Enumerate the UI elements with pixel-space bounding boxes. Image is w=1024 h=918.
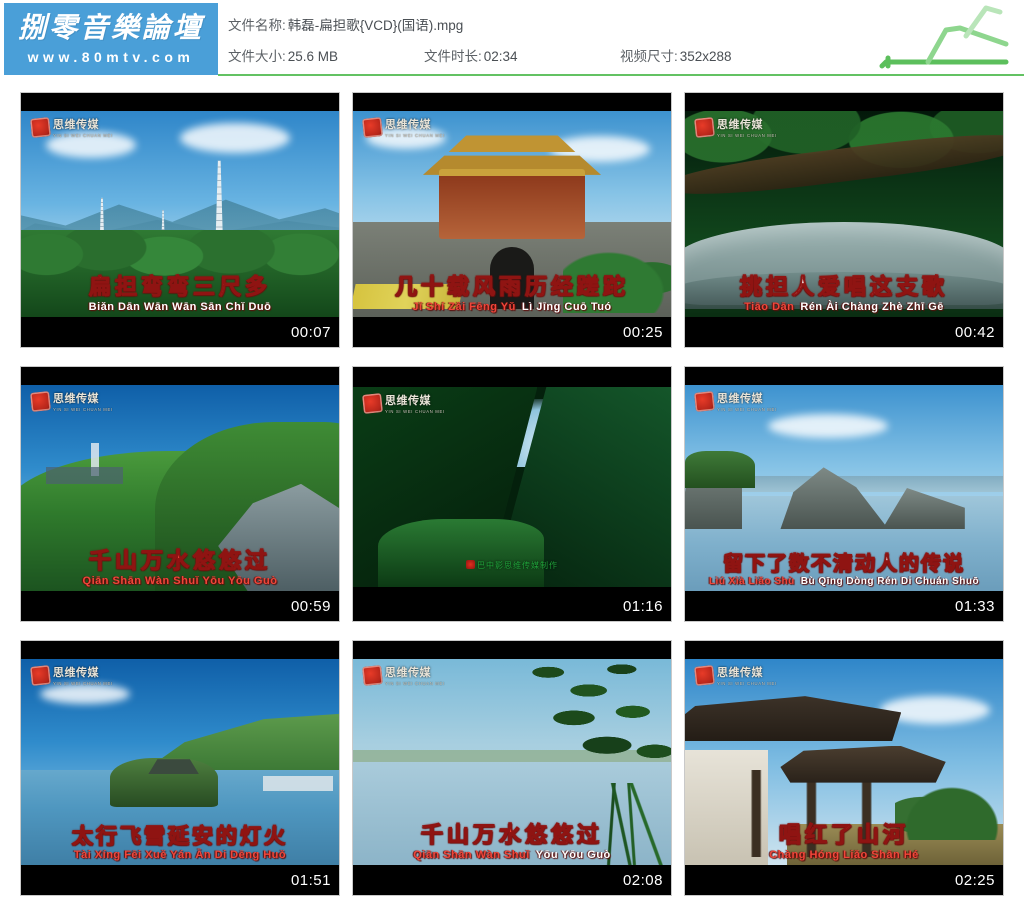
watermark-pinyin: YIN SI WEI CHUAN MEI bbox=[53, 681, 113, 686]
channel-watermark-2: 思维传媒 YIN SI WEI CHUAN MEI bbox=[362, 116, 445, 138]
header-divider bbox=[218, 74, 1024, 76]
thumbnail-6[interactable]: 思维传媒 YIN SI WEI CHUAN MEI 留下了数不清动人的传说 Li… bbox=[684, 366, 1004, 622]
watermark-pinyin: YIN SI WEI CHUAN MEI bbox=[717, 681, 777, 686]
video-dimension-label: 视频尺寸: bbox=[620, 48, 678, 64]
scene-lake-island-temple bbox=[21, 659, 339, 865]
file-metadata: 文件名称: 韩磊-扁担歌{VCD}(国语).mpg 文件大小: 25.6 MB … bbox=[228, 8, 1008, 70]
channel-watermark-5: 思维传媒 YIN SI WEI CHUAN MEI bbox=[362, 392, 445, 414]
watermark-pinyin: YIN SI WEI CHUAN MEI bbox=[717, 407, 777, 412]
timestamp-6: 01:33 bbox=[954, 598, 995, 615]
video-frame-5: 思维传媒 YIN SI WEI CHUAN MEI 巴中影思维传媒制作 bbox=[353, 387, 671, 587]
header-bar: 捌零音樂論壇 www.80mtv.com 文件名称: 韩磊-扁担歌{VCD}(国… bbox=[0, 0, 1024, 88]
scene-green-ravine bbox=[353, 387, 671, 587]
channel-watermark-3: 思维传媒 YIN SI WEI CHUAN MEI bbox=[694, 116, 777, 138]
video-frame-7: 思维传媒 YIN SI WEI CHUAN MEI 太行飞雪延安的灯火 Tài … bbox=[21, 659, 339, 865]
timestamp-3: 00:42 bbox=[954, 324, 995, 341]
file-size-cell: 文件大小: 25.6 MB bbox=[228, 45, 424, 65]
channel-watermark-7: 思维传媒 YIN SI WEI CHUAN MEI bbox=[30, 664, 113, 686]
timestamp-9: 02:25 bbox=[954, 872, 995, 889]
file-name-label: 文件名称: bbox=[228, 17, 286, 33]
watermark-pinyin: YIN SI WEI CHUAN MEI bbox=[53, 133, 113, 138]
scene-three-pagodas bbox=[21, 111, 339, 317]
watermark-name: 思维传媒 bbox=[385, 118, 431, 131]
seal-icon bbox=[694, 116, 715, 138]
watermark-name: 思维传媒 bbox=[385, 394, 431, 407]
thumbnail-7[interactable]: 思维传媒 YIN SI WEI CHUAN MEI 太行飞雪延安的灯火 Tài … bbox=[20, 640, 340, 896]
timestamp-4: 00:59 bbox=[290, 598, 331, 615]
seal-icon bbox=[362, 116, 383, 138]
thumbnail-3[interactable]: 思维传媒 YIN SI WEI CHUAN MEI 挑担人爱唱这支歌 Tiāo … bbox=[684, 92, 1004, 348]
channel-watermark-8: 思维传媒 YIN SI WEI CHUAN MEI bbox=[362, 664, 445, 686]
timestamp-5: 01:16 bbox=[622, 598, 663, 615]
watermark-pinyin: YIN SI WEI CHUAN MEI bbox=[385, 133, 445, 138]
timestamp-2: 00:25 bbox=[622, 324, 663, 341]
file-name-row: 文件名称: 韩磊-扁担歌{VCD}(国语).mpg bbox=[228, 8, 1008, 39]
video-frame-2: 思维传媒 YIN SI WEI CHUAN MEI 几十载风雨历经蹉跎 Jǐ S… bbox=[353, 111, 671, 317]
watermark-name: 思维传媒 bbox=[53, 666, 99, 679]
file-name-cell: 文件名称: 韩磊-扁担歌{VCD}(国语).mpg bbox=[228, 14, 463, 34]
thumbnail-9[interactable]: 思维传媒 YIN SI WEI CHUAN MEI 唱红了山河 Chàng Hó… bbox=[684, 640, 1004, 896]
channel-watermark-9: 思维传媒 YIN SI WEI CHUAN MEI bbox=[694, 664, 777, 686]
seal-icon bbox=[30, 116, 51, 138]
watermark-pinyin: YIN SI WEI CHUAN MEI bbox=[53, 407, 113, 412]
video-dimension-cell: 视频尺寸: 352x288 bbox=[620, 45, 820, 65]
channel-watermark-4: 思维传媒 YIN SI WEI CHUAN MEI bbox=[30, 390, 113, 412]
watermark-name: 思维传媒 bbox=[53, 392, 99, 405]
scene-green-hillside bbox=[21, 385, 339, 591]
thumbnail-4[interactable]: 思维传媒 YIN SI WEI CHUAN MEI 千山万水悠悠过 Qiān S… bbox=[20, 366, 340, 622]
scene-traditional-archway bbox=[685, 659, 1003, 865]
video-frame-8: 思维传媒 YIN SI WEI CHUAN MEI 千山万水悠悠过 Qiān S… bbox=[353, 659, 671, 865]
video-dimension-value: 352x288 bbox=[679, 48, 732, 64]
video-frame-4: 思维传媒 YIN SI WEI CHUAN MEI 千山万水悠悠过 Qiān S… bbox=[21, 385, 339, 591]
file-name-value: 韩磊-扁担歌{VCD}(国语).mpg bbox=[287, 17, 464, 33]
brand-name-cn: 捌零音樂論壇 bbox=[17, 10, 204, 44]
watermark-pinyin: YIN SI WEI CHUAN MEI bbox=[385, 409, 445, 414]
scene-lake-willow bbox=[353, 659, 671, 865]
thumbnail-2[interactable]: 思维传媒 YIN SI WEI CHUAN MEI 几十载风雨历经蹉跎 Jǐ S… bbox=[352, 92, 672, 348]
video-frame-3: 思维传媒 YIN SI WEI CHUAN MEI 挑担人爱唱这支歌 Tiāo … bbox=[685, 111, 1003, 317]
scene-lake-islets bbox=[685, 385, 1003, 591]
watermark-name: 思维传媒 bbox=[385, 666, 431, 679]
video-frame-9: 思维传媒 YIN SI WEI CHUAN MEI 唱红了山河 Chàng Hó… bbox=[685, 659, 1003, 865]
thumbnail-5[interactable]: 思维传媒 YIN SI WEI CHUAN MEI 巴中影思维传媒制作 01:1… bbox=[352, 366, 672, 622]
seal-icon bbox=[362, 664, 383, 686]
seal-icon bbox=[694, 390, 715, 412]
file-duration-label: 文件时长: bbox=[424, 48, 482, 64]
watermark-name: 思维传媒 bbox=[717, 666, 763, 679]
scene-city-gate bbox=[353, 111, 671, 317]
file-duration-cell: 文件时长: 02:34 bbox=[424, 45, 620, 65]
seal-icon bbox=[694, 664, 715, 686]
video-frame-6: 思维传媒 YIN SI WEI CHUAN MEI 留下了数不清动人的传说 Li… bbox=[685, 385, 1003, 591]
channel-watermark-6: 思维传媒 YIN SI WEI CHUAN MEI bbox=[694, 390, 777, 412]
seal-icon bbox=[362, 392, 383, 414]
credit-text: 巴中影思维传媒制作 bbox=[477, 561, 558, 570]
file-duration-value: 02:34 bbox=[483, 48, 518, 64]
watermark-name: 思维传媒 bbox=[717, 118, 763, 131]
seal-icon bbox=[30, 664, 51, 686]
seal-icon bbox=[30, 390, 51, 412]
timestamp-7: 01:51 bbox=[290, 872, 331, 889]
thumbnail-1[interactable]: 思维传媒 YIN SI WEI CHUAN MEI 扁担弯弯三尺多 Biǎn D… bbox=[20, 92, 340, 348]
watermark-pinyin: YIN SI WEI CHUAN MEI bbox=[385, 681, 445, 686]
watermark-name: 思维传媒 bbox=[53, 118, 99, 131]
file-stats-row: 文件大小: 25.6 MB 文件时长: 02:34 视频尺寸: 352x288 bbox=[228, 39, 1008, 70]
thumbnail-grid: 思维传媒 YIN SI WEI CHUAN MEI 扁担弯弯三尺多 Biǎn D… bbox=[0, 88, 1024, 918]
site-brand-logo[interactable]: 捌零音樂論壇 www.80mtv.com bbox=[4, 3, 218, 75]
watermark-pinyin: YIN SI WEI CHUAN MEI bbox=[717, 133, 777, 138]
channel-watermark-1: 思维传媒 YIN SI WEI CHUAN MEI bbox=[30, 116, 113, 138]
file-size-value: 25.6 MB bbox=[287, 48, 339, 64]
production-credit-5: 巴中影思维传媒制作 bbox=[353, 560, 671, 571]
video-frame-1: 思维传媒 YIN SI WEI CHUAN MEI 扁担弯弯三尺多 Biǎn D… bbox=[21, 111, 339, 317]
seal-icon bbox=[466, 560, 475, 569]
watermark-name: 思维传媒 bbox=[717, 392, 763, 405]
thumbnail-8[interactable]: 思维传媒 YIN SI WEI CHUAN MEI 千山万水悠悠过 Qiān S… bbox=[352, 640, 672, 896]
timestamp-1: 00:07 bbox=[290, 324, 331, 341]
file-size-label: 文件大小: bbox=[228, 48, 286, 64]
timestamp-8: 02:08 bbox=[622, 872, 663, 889]
scene-stone-bridge bbox=[685, 111, 1003, 317]
brand-url: www.80mtv.com bbox=[27, 48, 195, 65]
